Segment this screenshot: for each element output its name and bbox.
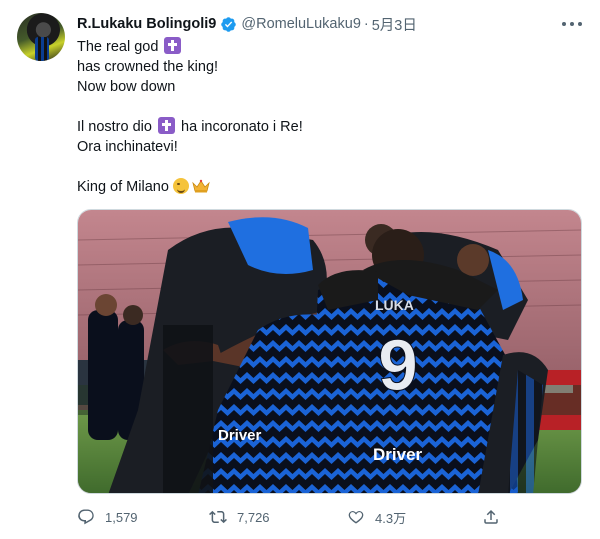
shirt-sponsor-right: Driver xyxy=(373,445,423,464)
latin-cross-emoji-icon xyxy=(158,117,175,134)
latin-cross-emoji-icon xyxy=(164,37,182,54)
shirt-number: 9 xyxy=(378,326,418,406)
shirt-sponsor-left: Driver xyxy=(218,427,262,444)
like-count: 4.3万 xyxy=(375,510,407,526)
text-line-5: Ora inchinatevi! xyxy=(77,139,178,155)
tweet-text: The real god has crowned the king! Now b… xyxy=(77,37,577,197)
text-line-3: Now bow down xyxy=(77,79,176,95)
separator-dot: · xyxy=(363,16,369,32)
share-icon xyxy=(484,509,498,524)
shirt-back-name: LUKA xyxy=(375,297,414,313)
heart-icon xyxy=(348,511,364,524)
crown-emoji-icon xyxy=(192,179,210,193)
text-line-4: Il nostro dio ha incoronato i Re! xyxy=(77,117,303,135)
author-name[interactable]: R.Lukaku Bolingoli9 xyxy=(77,16,216,32)
retweet-icon xyxy=(209,510,227,524)
verified-badge-icon xyxy=(221,16,237,32)
tweet-photo[interactable]: LUKA 9 Driver Driver xyxy=(77,209,582,494)
text-line-1: The real god xyxy=(77,37,577,57)
author-handle[interactable]: @RomeluLukaku9 xyxy=(241,16,361,32)
retweet-count: 7,726 xyxy=(237,509,270,525)
tweet-header: R.Lukaku Bolingoli9 @RomeluLukaku9 · 5月3… xyxy=(77,14,417,34)
reply-icon xyxy=(78,509,94,525)
text-line-6: King of Milano xyxy=(77,177,577,197)
share-button[interactable] xyxy=(482,506,510,528)
text-line-2: has crowned the king! xyxy=(77,59,219,75)
like-button[interactable]: 4.3万 xyxy=(347,506,406,528)
retweet-button[interactable]: 7,726 xyxy=(209,506,270,528)
reply-count: 1,579 xyxy=(105,509,138,525)
more-options-icon[interactable] xyxy=(562,16,582,32)
avatar[interactable] xyxy=(17,13,65,61)
tweet-actions: 1,579 7,726 4.3万 xyxy=(77,506,507,528)
winking-face-emoji-icon xyxy=(172,178,189,194)
tweet-card: R.Lukaku Bolingoli9 @RomeluLukaku9 · 5月3… xyxy=(0,0,600,539)
tweet-date[interactable]: 5月3日 xyxy=(372,14,417,35)
reply-button[interactable]: 1,579 xyxy=(77,506,138,528)
